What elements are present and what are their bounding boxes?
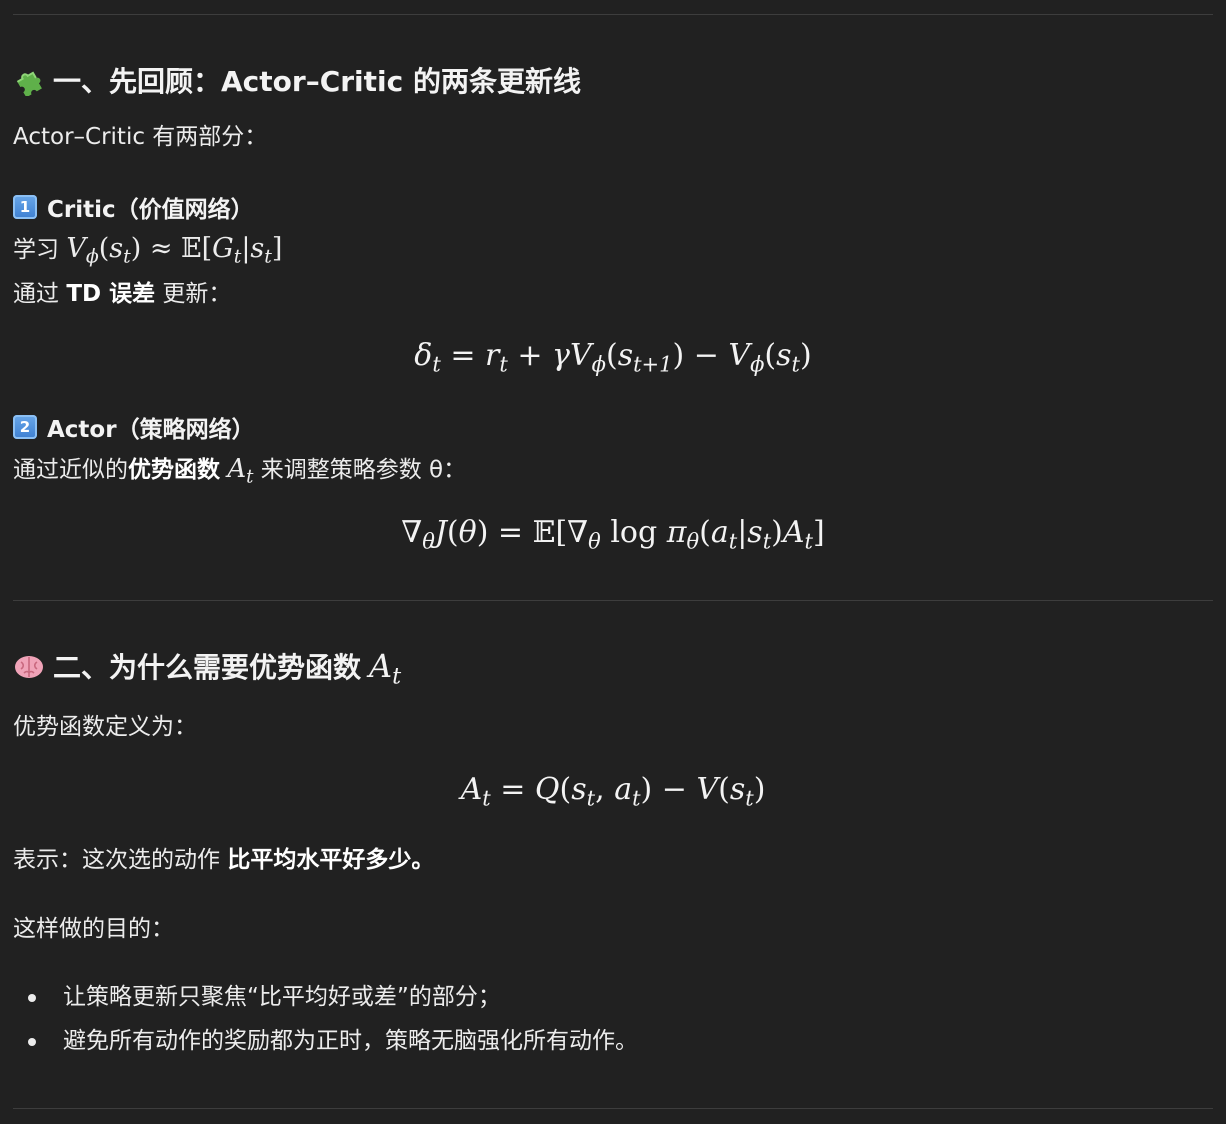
- purpose-list: 让策略更新只聚焦“比平均好或差”的部分； 避免所有动作的奖励都为正时，策略无脑强…: [13, 982, 638, 1070]
- section-2-heading: 二、为什么需要优势函数 At: [13, 646, 402, 690]
- brain-icon: [15, 656, 43, 678]
- td-error-label: TD 误差: [66, 281, 156, 307]
- section-2-title-symbol: At: [369, 647, 402, 690]
- divider: [13, 14, 1213, 15]
- policy-gradient-equation: ∇θJ(θ) = 𝔼[∇θ log πθ(at|st)At]: [401, 515, 825, 554]
- list-item: 让策略更新只聚焦“比平均好或差”的部分；: [13, 982, 638, 1012]
- section-1-title: 一、先回顾：Actor–Critic 的两条更新线: [53, 65, 581, 98]
- divider: [13, 600, 1213, 601]
- advantage-symbol: At: [227, 454, 254, 488]
- critic-update-line: 通过 TD 误差 更新：: [13, 279, 231, 309]
- keycap-one-icon: 1: [13, 195, 37, 219]
- meaning-prefix: 表示：这次选的动作: [13, 847, 228, 873]
- section-1-heading: 一、先回顾：Actor–Critic 的两条更新线: [13, 60, 581, 100]
- advantage-function-label: 优势函数: [128, 457, 220, 483]
- actor-text-line: 通过近似的优势函数 At 来调整策略参数 θ：: [13, 454, 467, 488]
- td-error-equation: δt = rt + γVϕ(st+1) − Vϕ(st): [414, 338, 812, 377]
- section-2-title: 二、为什么需要优势函数: [53, 651, 362, 684]
- critic-heading: 1 Critic（价值网络）: [13, 190, 254, 224]
- actor-heading: 2 Actor（策略网络）: [13, 410, 255, 444]
- critic-learn-formula: Vϕ(st) ≈ 𝔼[Gt|st]: [66, 233, 283, 268]
- critic-update-suffix: 更新：: [155, 281, 232, 307]
- divider: [13, 1108, 1213, 1109]
- critic-learn-line: 学习 Vϕ(st) ≈ 𝔼[Gt|st]: [13, 233, 283, 268]
- keycap-two-icon: 2: [13, 415, 37, 439]
- actor-text-prefix: 通过近似的: [13, 457, 128, 483]
- document: 一、先回顾：Actor–Critic 的两条更新线 Actor–Critic 有…: [0, 0, 1226, 1124]
- critic-update-prefix: 通过: [13, 281, 67, 307]
- definition-intro: 优势函数定义为：: [13, 714, 197, 740]
- actor-title: Actor（策略网络）: [47, 417, 255, 443]
- list-item: 避免所有动作的奖励都为正时，策略无脑强化所有动作。: [13, 1026, 638, 1056]
- actor-text-suffix: 来调整策略参数 θ：: [253, 457, 467, 483]
- critic-title: Critic（价值网络）: [47, 197, 254, 223]
- critic-learn-prefix: 学习: [13, 237, 67, 263]
- puzzle-piece-icon: [16, 71, 42, 96]
- section-1-intro: Actor–Critic 有两部分：: [13, 124, 268, 150]
- meaning-line: 表示：这次选的动作 比平均水平好多少。: [13, 845, 434, 875]
- advantage-equation: At = Q(st, at) − V(st): [460, 772, 766, 811]
- meaning-bold: 比平均水平好多少。: [227, 847, 435, 873]
- purpose-intro: 这样做的目的：: [13, 916, 174, 942]
